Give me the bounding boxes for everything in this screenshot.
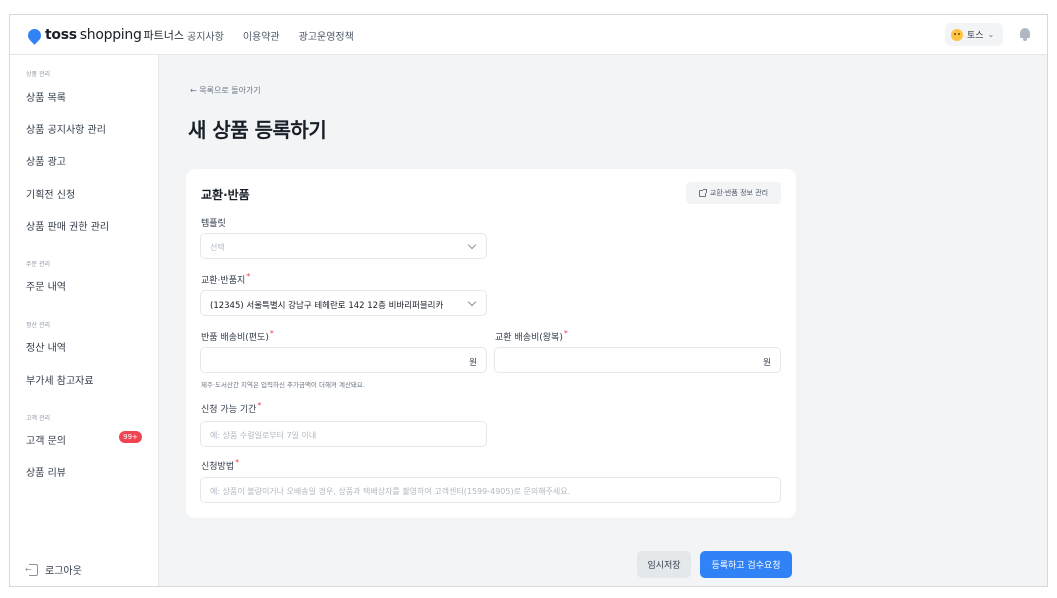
sidebar-section-product: 상품 관리: [26, 71, 50, 78]
sidebar-section-order: 주문 관리: [26, 261, 50, 268]
nav-ad-policy[interactable]: 광고운영정책: [299, 28, 354, 43]
logo-partners: 파트너스: [143, 29, 185, 42]
address-select[interactable]: (12345) 서울특별시 강남구 테헤란로 142 12층 비바리퍼블리카: [200, 290, 487, 316]
method-placeholder: 예: 상품이 불량이거나 오배송일 경우, 상품과 택배상자를 촬영하여 고객센…: [210, 487, 571, 496]
period-label: 신청 가능 기간*: [201, 401, 262, 415]
user-name: 토스: [967, 31, 984, 41]
period-placeholder: 예: 상품 수령일로부터 7일 이내: [210, 431, 317, 440]
sidebar-item-product-list[interactable]: 상품 목록: [26, 89, 66, 104]
sidebar-section-customer: 고객 관리: [26, 415, 50, 422]
nav-notice[interactable]: 공지사항: [187, 28, 224, 43]
manage-button-label: 교환·반품 정보 관리: [709, 189, 769, 197]
submit-review-button[interactable]: 등록하고 검수요청: [700, 551, 792, 578]
sidebar-item-settlement-history[interactable]: 정산 내역: [26, 339, 66, 354]
template-placeholder: 선택: [210, 243, 225, 252]
address-value: (12345) 서울특별시 강남구 테헤란로 142 12층 비바리퍼블리카: [210, 301, 444, 311]
sidebar-item-product-review[interactable]: 상품 리뷰: [26, 464, 66, 479]
sidebar-item-product-ad[interactable]: 상품 광고: [26, 153, 66, 168]
page-title: 새 상품 등록하기: [188, 118, 327, 142]
top-nav: 공지사항 이용약관 광고운영정책: [187, 28, 354, 43]
external-link-icon: [698, 188, 707, 197]
template-label: 템플릿: [201, 219, 226, 229]
nav-terms[interactable]: 이용약관: [243, 28, 280, 43]
inquiry-count-badge: 99+: [119, 431, 142, 443]
bell-icon[interactable]: [1019, 27, 1031, 41]
sidebar-item-sales-permission[interactable]: 상품 판매 권한 관리: [26, 218, 109, 233]
app-window: toss shopping 파트너스 공지사항 이용약관 광고운영정책 토스 ⌄…: [9, 14, 1048, 587]
card-title: 교환·반품: [201, 188, 250, 202]
exchange-return-manage-button[interactable]: 교환·반품 정보 관리: [686, 182, 781, 204]
chevron-down-icon: ⌄: [987, 30, 995, 39]
top-bar: toss shopping 파트너스 공지사항 이용약관 광고운영정책 토스 ⌄: [10, 15, 1047, 55]
template-select[interactable]: 선택: [200, 233, 487, 259]
period-input[interactable]: 예: 상품 수령일로부터 7일 이내: [200, 421, 487, 447]
toss-shopping-logo[interactable]: toss shopping 파트너스: [25, 25, 185, 45]
sidebar-item-product-notice[interactable]: 상품 공지사항 관리: [26, 121, 106, 136]
save-draft-button[interactable]: 임시저장: [637, 551, 691, 578]
currency-unit: 원: [469, 358, 477, 368]
sidebar-item-vat-reference[interactable]: 부가세 참고자료: [26, 372, 94, 387]
exchange-fee-label: 교환 배송비(왕복)*: [495, 329, 568, 343]
currency-unit: 원: [763, 358, 771, 368]
address-label: 교환·반품지*: [201, 272, 251, 286]
exchange-return-card: 교환·반품 교환·반품 정보 관리 템플릿 선택 교환·반품지* (12345)…: [186, 169, 796, 518]
chevron-down-icon: [467, 297, 477, 307]
back-to-list-link[interactable]: ← 목록으로 돌아가기: [190, 85, 261, 96]
sidebar-section-settlement: 정산 관리: [26, 322, 50, 329]
sidebar: 상품 관리 상품 목록 상품 공지사항 관리 상품 광고 기획전 신청 상품 판…: [10, 55, 159, 586]
fee-hint: 제주·도서산간 지역은 입력하신 추가금액이 더해져 계산돼요.: [201, 381, 365, 389]
avatar-smile-icon: [951, 28, 963, 41]
toss-logo-icon: [25, 25, 44, 45]
return-fee-label: 반품 배송비(편도)*: [201, 329, 274, 343]
method-label: 신청방법*: [201, 458, 240, 472]
logo-subbrand: shopping: [79, 27, 142, 43]
logout-label: 로그아웃: [45, 566, 82, 577]
chevron-down-icon: [467, 240, 477, 250]
logout-icon: ←: [25, 563, 38, 576]
sidebar-item-order-history[interactable]: 주문 내역: [26, 278, 66, 293]
method-input[interactable]: 예: 상품이 불량이거나 오배송일 경우, 상품과 택배상자를 촬영하여 고객센…: [200, 477, 781, 503]
sidebar-item-customer-inquiry[interactable]: 고객 문의: [26, 432, 66, 447]
logo-brand: toss: [45, 27, 77, 43]
logout-button[interactable]: ← 로그아웃: [25, 562, 82, 577]
return-fee-input[interactable]: 원: [200, 347, 487, 373]
exchange-fee-input[interactable]: 원: [494, 347, 781, 373]
user-menu-button[interactable]: 토스 ⌄: [945, 23, 1004, 46]
sidebar-item-exhibition[interactable]: 기획전 신청: [26, 186, 75, 201]
